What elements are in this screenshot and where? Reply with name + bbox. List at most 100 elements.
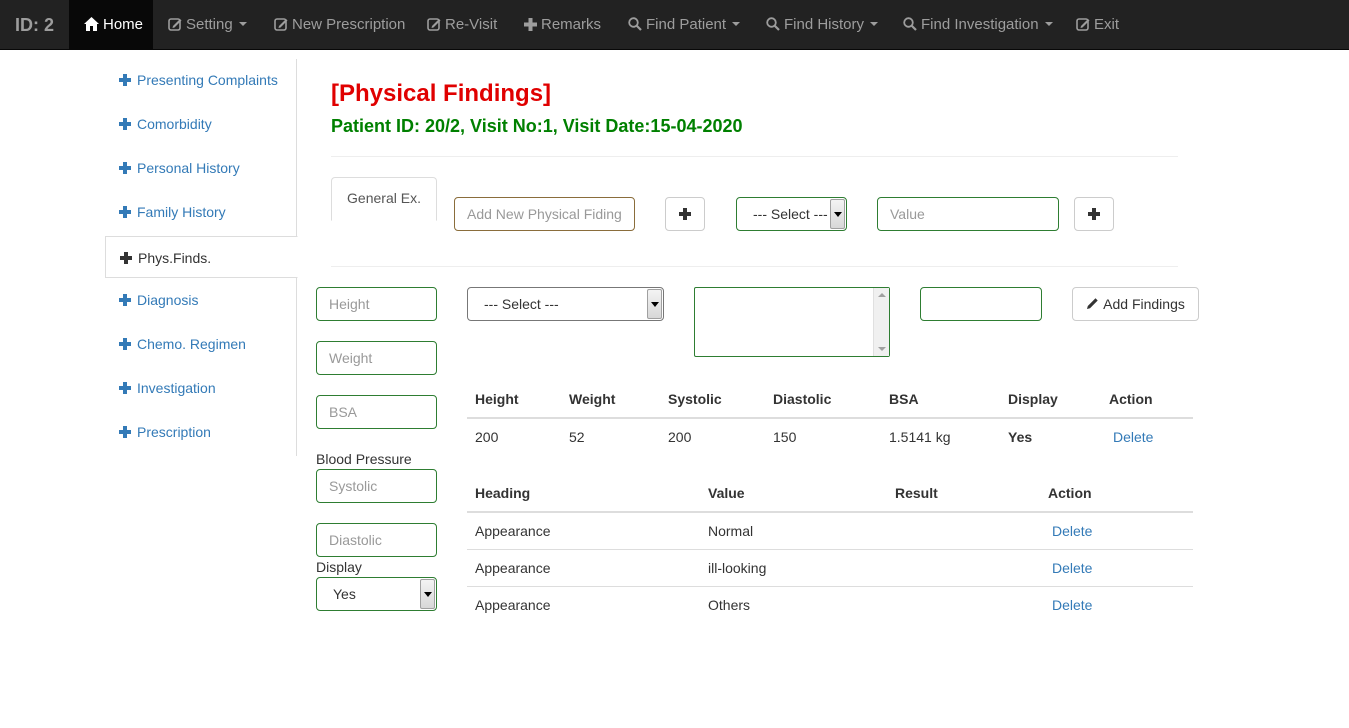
- nav-find-patient[interactable]: Find Patient: [628, 0, 741, 50]
- visit-info: Patient ID: 20/2, Visit No:1, Visit Date…: [331, 116, 743, 136]
- sidebar-item-phys-finds[interactable]: Phys.Finds.: [105, 236, 298, 278]
- search-icon: [766, 17, 780, 31]
- plus-icon: [119, 118, 131, 130]
- col-display: Display: [1008, 391, 1058, 407]
- sidebar-item-personal-history[interactable]: Personal History: [105, 147, 297, 189]
- nav-exit[interactable]: Exit: [1076, 0, 1119, 50]
- plus-icon: [119, 294, 131, 306]
- new-physical-finding-input[interactable]: [454, 197, 635, 231]
- height-input[interactable]: [316, 287, 437, 321]
- weight-input[interactable]: [316, 341, 437, 375]
- cell-systolic: 200: [668, 429, 692, 445]
- sidebar-item-presenting-complaints[interactable]: Presenting Complaints: [105, 59, 297, 101]
- delete-vitals-link[interactable]: Delete: [1113, 429, 1153, 445]
- divider: [331, 156, 1178, 157]
- plus-icon: [119, 382, 131, 394]
- table-divider: [467, 511, 1193, 513]
- cell-heading: Appearance: [475, 597, 551, 613]
- sidebar-item-family-history[interactable]: Family History: [105, 191, 297, 233]
- col-weight: Weight: [569, 391, 616, 407]
- table-divider: [467, 417, 1193, 419]
- edit-icon: [427, 18, 441, 31]
- col-action: Action: [1048, 485, 1092, 501]
- cell-diastolic: 150: [773, 429, 797, 445]
- scrollbar[interactable]: [873, 288, 889, 356]
- top-navbar: ID: 2 Home Setting New Prescription Re-V…: [0, 0, 1349, 50]
- chevron-down-icon: [420, 579, 435, 609]
- row-divider: [467, 586, 1193, 587]
- display-label: Display: [316, 559, 362, 575]
- delete-finding-link[interactable]: Delete: [1052, 597, 1092, 613]
- plus-icon: [1088, 208, 1100, 220]
- finding-value-input[interactable]: [877, 197, 1059, 231]
- edit-icon: [274, 18, 288, 31]
- display-select[interactable]: Yes: [316, 577, 437, 611]
- tab-general-ex[interactable]: General Ex.: [331, 177, 437, 221]
- add-finding-heading-button[interactable]: [665, 197, 705, 231]
- delete-finding-link[interactable]: Delete: [1052, 560, 1092, 576]
- delete-finding-link[interactable]: Delete: [1052, 523, 1092, 539]
- col-bsa: BSA: [889, 391, 919, 407]
- divider: [331, 266, 1178, 267]
- row-divider: [467, 549, 1193, 550]
- cell-heading: Appearance: [475, 560, 551, 576]
- home-icon: [84, 17, 99, 31]
- nav-new-prescription[interactable]: New Prescription: [274, 0, 405, 50]
- chevron-down-icon: [238, 22, 247, 26]
- plus-icon: [679, 208, 691, 220]
- add-findings-button[interactable]: Add Findings: [1072, 287, 1199, 321]
- systolic-input[interactable]: [316, 469, 437, 503]
- cell-value: Normal: [708, 523, 754, 539]
- cell-weight: 52: [569, 429, 585, 445]
- col-action: Action: [1109, 391, 1153, 407]
- findings-textarea[interactable]: [694, 287, 890, 357]
- brand-id: ID: 2: [14, 15, 54, 35]
- search-icon: [903, 17, 917, 31]
- cell-display: Yes: [1008, 429, 1033, 445]
- nav-find-investigation[interactable]: Find Investigation: [903, 0, 1053, 50]
- finding-select[interactable]: --- Select ---: [736, 197, 847, 231]
- sidebar-item-comorbidity[interactable]: Comorbidity: [105, 103, 297, 145]
- result-input[interactable]: [920, 287, 1042, 321]
- diastolic-input[interactable]: [316, 523, 437, 557]
- chevron-down-icon: [647, 289, 662, 319]
- col-value: Value: [708, 485, 745, 501]
- nav-revisit[interactable]: Re-Visit: [427, 0, 497, 50]
- plus-icon: [524, 18, 537, 31]
- nav-home[interactable]: Home: [69, 0, 153, 50]
- pencil-icon: [1087, 298, 1098, 309]
- plus-icon: [119, 426, 131, 438]
- chevron-down-icon: [1044, 22, 1053, 26]
- sidebar-item-chemo-regimen[interactable]: Chemo. Regimen: [105, 323, 297, 365]
- sidebar-item-investigation[interactable]: Investigation: [105, 367, 297, 409]
- col-heading: Heading: [475, 485, 531, 501]
- bsa-input[interactable]: [316, 395, 437, 429]
- col-diastolic: Diastolic: [773, 391, 832, 407]
- scroll-up-icon: [878, 293, 886, 297]
- plus-icon: [119, 338, 131, 350]
- cell-heading: Appearance: [475, 523, 551, 539]
- cell-height: 200: [475, 429, 499, 445]
- plus-icon: [119, 162, 131, 174]
- col-height: Height: [475, 391, 519, 407]
- findings-select[interactable]: --- Select ---: [467, 287, 664, 321]
- blood-pressure-label: Blood Pressure: [316, 451, 412, 467]
- chevron-down-icon: [870, 22, 879, 26]
- chevron-down-icon: [830, 199, 845, 229]
- add-value-button[interactable]: [1074, 197, 1114, 231]
- chevron-down-icon: [732, 22, 741, 26]
- plus-icon: [119, 74, 131, 86]
- cell-bsa: 1.5141 kg: [889, 429, 951, 445]
- cell-value: Others: [708, 597, 751, 613]
- nav-remarks[interactable]: Remarks: [524, 0, 601, 50]
- nav-setting[interactable]: Setting: [168, 0, 247, 50]
- edit-icon: [1076, 18, 1090, 31]
- sidebar-item-prescription[interactable]: Prescription: [105, 411, 297, 453]
- plus-icon: [119, 206, 131, 218]
- plus-icon: [120, 252, 132, 264]
- edit-icon: [168, 18, 182, 31]
- nav-find-history[interactable]: Find History: [766, 0, 879, 50]
- col-systolic: Systolic: [668, 391, 722, 407]
- page-title: [Physical Findings]: [331, 80, 552, 107]
- sidebar-item-diagnosis[interactable]: Diagnosis: [105, 279, 297, 321]
